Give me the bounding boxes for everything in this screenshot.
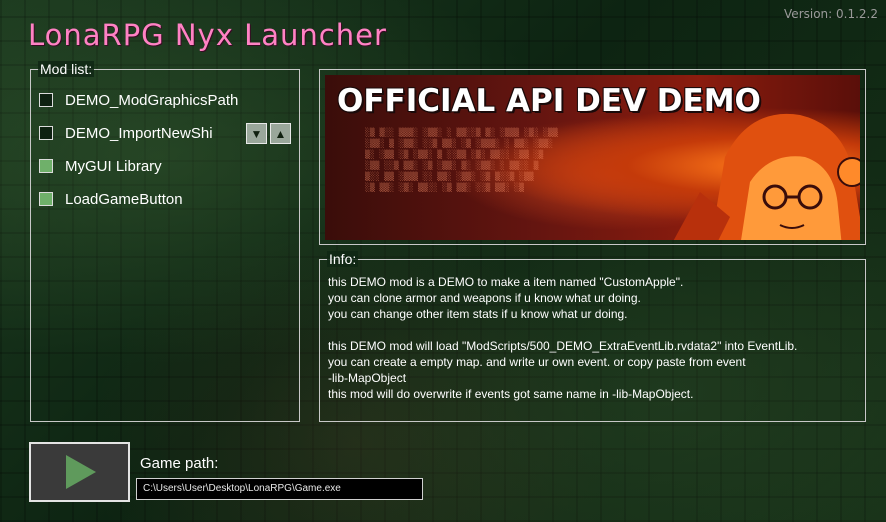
info-line: you can clone armor and weapons if u kno… [328, 291, 641, 305]
game-path-field[interactable]: C:\Users\User\Desktop\LonaRPG\Game.exe [136, 478, 423, 500]
launcher-window: { "app": { "title": "LonaRPG Nyx Launche… [0, 0, 886, 522]
banner-panel: ░▒ ▒░░ ▒▒▒░ ░▒▒░ ░ ▒▒░░▒ ▒░ ░▒▒▒ ░▒░ ░▒▒… [319, 69, 866, 245]
triangle-down-icon: ▼ [250, 126, 263, 141]
mod-label: DEMO_ModGraphicsPath [65, 91, 239, 109]
mod-item-demo-importnewshi[interactable]: DEMO_ImportNewShi [39, 123, 213, 143]
info-legend: Info: [327, 251, 359, 267]
mod-item-mygui-library[interactable]: MyGUI Library [39, 156, 162, 176]
mod-checkbox[interactable] [39, 192, 53, 206]
mod-list-legend: Mod list: [38, 61, 95, 77]
game-path-label: Game path: [140, 455, 219, 472]
info-line: -lib-MapObject [328, 371, 407, 385]
info-line: this mod will do overwrite if events got… [328, 387, 694, 401]
triangle-up-icon: ▲ [274, 126, 287, 141]
mod-label: LoadGameButton [65, 190, 183, 208]
mod-label: DEMO_ImportNewShi [65, 124, 213, 142]
info-text: this DEMO mod is a DEMO to make a item n… [328, 274, 857, 402]
app-title: LonaRPG Nyx Launcher [28, 18, 387, 52]
mod-list-panel: Mod list: DEMO_ModGraphicsPath DEMO_Impo… [30, 61, 300, 422]
move-down-button[interactable]: ▼ [246, 123, 267, 144]
info-panel: Info: this DEMO mod is a DEMO to make a … [319, 251, 866, 422]
mod-item-demo-modgraphicspath[interactable]: DEMO_ModGraphicsPath [39, 90, 238, 110]
info-line: this DEMO mod will load "ModScripts/500_… [328, 339, 798, 353]
mod-checkbox[interactable] [39, 159, 53, 173]
mod-checkbox[interactable] [39, 126, 53, 140]
banner-image: ░▒ ▒░░ ▒▒▒░ ░▒▒░ ░ ▒▒░░▒ ▒░ ░▒▒▒ ░▒░ ░▒▒… [325, 75, 860, 240]
play-icon [65, 455, 96, 489]
play-button[interactable] [29, 442, 130, 502]
mod-item-loadgamebutton[interactable]: LoadGameButton [39, 189, 183, 209]
mod-label: MyGUI Library [65, 157, 162, 175]
version-label: Version: 0.1.2.2 [784, 7, 878, 21]
banner-title: OFFICIAL API DEV DEMO [337, 83, 761, 119]
move-up-button[interactable]: ▲ [270, 123, 291, 144]
info-line: you can create a empty map. and write ur… [328, 355, 746, 369]
info-line: this DEMO mod is a DEMO to make a item n… [328, 275, 684, 289]
info-line: you can change other item stats if u kno… [328, 307, 628, 321]
mod-checkbox[interactable] [39, 93, 53, 107]
info-blank-line [328, 322, 857, 338]
